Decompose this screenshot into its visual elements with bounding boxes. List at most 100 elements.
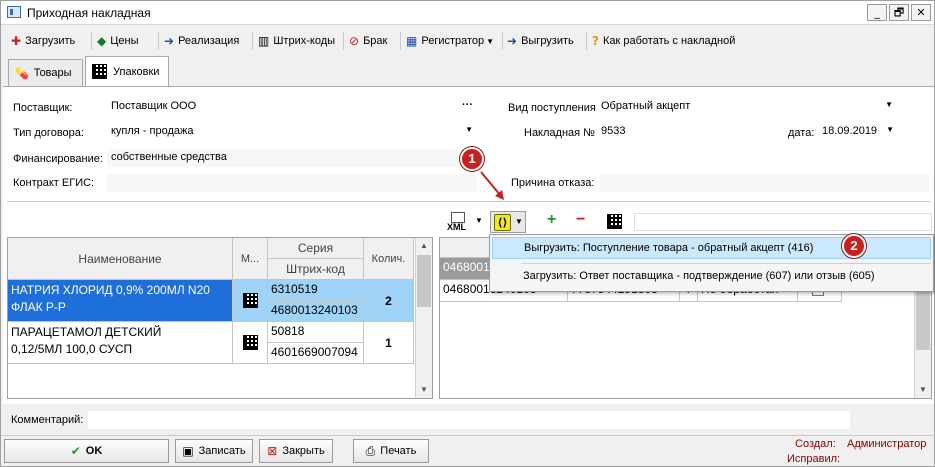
- sale-icon: ➜: [164, 34, 175, 48]
- invoice-number-field[interactable]: 9533: [597, 123, 779, 141]
- edited-by-label: Исправил:: [787, 453, 841, 465]
- contract-type-select[interactable]: купля - продажа ▼: [107, 123, 477, 141]
- cell-name-line2: ФЛАК Р-Р: [11, 300, 66, 314]
- defect-button[interactable]: ⊘ Брак: [349, 29, 387, 53]
- howto-label: Как работать с накладной: [602, 35, 736, 47]
- cell-datamatrix: [233, 322, 268, 364]
- scroll-down-icon[interactable]: ▼: [915, 382, 931, 398]
- receipt-type-select[interactable]: Обратный акцепт ▼: [597, 98, 897, 116]
- datamatrix-icon: [242, 335, 258, 350]
- tab-goods-label: Товары: [33, 67, 72, 79]
- right-toolbar: XML ▼ ⟨⟩ ▼ + −: [439, 211, 934, 233]
- printer-icon: ⎙: [365, 443, 376, 458]
- barcodes-button[interactable]: ▥ Штрих-коды: [258, 29, 335, 53]
- check-icon: ✔: [70, 444, 81, 458]
- col-header-barcode[interactable]: Штрих-код: [268, 259, 364, 280]
- scroll-thumb[interactable]: [417, 255, 431, 307]
- cell-name-line1: ПАРАЦЕТАМОЛ ДЕТСКИЙ: [11, 325, 162, 339]
- receipt-type-value: Обратный акцепт: [601, 100, 691, 112]
- barcode-icon: ▥: [258, 34, 270, 48]
- datamatrix-icon[interactable]: [607, 214, 622, 229]
- table-row[interactable]: НАТРИЯ ХЛОРИД 0,9% 200МЛ N20 ФЛАК Р-Р: [8, 280, 233, 322]
- chevron-down-icon: ▼: [475, 216, 483, 225]
- save-button[interactable]: ▣ Записать: [175, 439, 253, 463]
- egis-contract-field[interactable]: [107, 174, 477, 192]
- print-button[interactable]: ⎙ Печать: [353, 439, 429, 463]
- defect-icon: ⊘: [349, 34, 360, 48]
- remove-icon[interactable]: −: [576, 211, 585, 229]
- app-icon: [7, 6, 21, 18]
- cell-qty: 2: [364, 280, 414, 322]
- defect-label: Брак: [363, 35, 388, 47]
- created-by-value: Администратор: [847, 438, 927, 450]
- chevron-down-icon: ▼: [515, 217, 523, 226]
- receipt-type-label: Вид поступления:: [508, 102, 599, 114]
- upload-icon: ➜: [507, 34, 518, 48]
- barcodes-label: Штрих-коды: [273, 35, 336, 47]
- egis-contract-label: Контракт ЕГИС:: [13, 177, 95, 189]
- financing-field[interactable]: собственные средства: [107, 149, 457, 167]
- divider: [7, 201, 930, 202]
- contract-type-label: Тип договора:: [13, 127, 84, 139]
- supplier-more-button[interactable]: ···: [462, 99, 473, 111]
- col-header-name[interactable]: Наименование: [8, 238, 233, 280]
- cell-datamatrix: [233, 280, 268, 322]
- scroll-down-icon[interactable]: ▼: [416, 382, 432, 398]
- restore-button[interactable]: 🗗: [889, 4, 909, 21]
- upload-button[interactable]: ➜ Выгрузить: [507, 29, 574, 53]
- cell-barcode: 4680013240103: [268, 301, 364, 322]
- comment-field[interactable]: [88, 411, 850, 429]
- close-window-button[interactable]: ✕: [911, 4, 931, 21]
- registrar-icon: ▦: [406, 34, 418, 48]
- tab-packages-label: Упаковки: [113, 65, 160, 78]
- col-header-series[interactable]: Серия: [268, 238, 364, 259]
- cell-barcode: 4601669007094: [268, 343, 364, 364]
- callout-arrow: [480, 171, 504, 200]
- add-icon[interactable]: +: [547, 211, 556, 229]
- chevron-down-icon: ▼: [465, 125, 473, 134]
- reject-reason-field[interactable]: [600, 174, 930, 192]
- tab-goods[interactable]: 💊 Товары: [8, 59, 83, 86]
- howto-button[interactable]: ? Как работать с накладной: [592, 29, 735, 53]
- cell-qty: 1: [364, 322, 414, 364]
- sale-button[interactable]: ➜ Реализация: [164, 29, 239, 53]
- datamatrix-icon: [242, 293, 258, 308]
- pill-icon: 💊: [15, 66, 29, 80]
- scroll-up-icon[interactable]: ▲: [416, 238, 432, 254]
- close-label: Закрыть: [282, 445, 325, 457]
- financing-label: Финансирование:: [13, 153, 103, 165]
- registrar-label: Регистратор: [421, 35, 485, 47]
- ok-button[interactable]: ✔ OK: [4, 439, 169, 463]
- tab-strip: 💊 Товары Упаковки: [1, 55, 935, 87]
- tab-packages[interactable]: Упаковки: [85, 56, 169, 86]
- date-picker[interactable]: 18.09.2019 ▼: [818, 123, 898, 141]
- scan-dropdown-button[interactable]: ⟨⟩ ▼: [490, 211, 526, 233]
- scan-input[interactable]: [634, 213, 932, 231]
- load-button[interactable]: ✚ Загрузить: [11, 29, 75, 53]
- date-label: дата:: [788, 127, 815, 139]
- col-header-qty[interactable]: Колич.: [364, 238, 414, 280]
- load-icon: ✚: [11, 34, 22, 48]
- chevron-down-icon: ▼: [886, 125, 894, 134]
- datamatrix-icon: [92, 64, 107, 79]
- prices-button[interactable]: ◆ Цены: [97, 29, 138, 53]
- menu-item-load-response[interactable]: Загрузить: Ответ поставщика - подтвержде…: [492, 266, 931, 288]
- save-label: Записать: [198, 445, 246, 457]
- supplier-field[interactable]: Поставщик ООО: [107, 98, 455, 116]
- ok-label: OK: [85, 445, 103, 457]
- registrar-dropdown[interactable]: ▦ Регистратор ▼: [406, 29, 494, 53]
- scan-dropdown-menu: Выгрузить: Поступление товара - обратный…: [489, 234, 934, 292]
- reject-reason-label: Причина отказа:: [511, 177, 595, 189]
- supplier-label: Поставщик:: [13, 102, 73, 114]
- chevron-down-icon: ▼: [486, 36, 495, 46]
- close-button[interactable]: ⊠ Закрыть: [259, 439, 333, 463]
- table-row[interactable]: ПАРАЦЕТАМОЛ ДЕТСКИЙ 0,12/5МЛ 100,0 СУСП: [8, 322, 233, 364]
- left-grid-scrollbar[interactable]: ▲ ▼: [415, 238, 432, 398]
- print-label: Печать: [380, 445, 417, 457]
- close-icon: ⊠: [267, 444, 278, 458]
- col-header-m[interactable]: М...: [233, 238, 268, 280]
- help-icon: ?: [592, 34, 599, 48]
- invoice-number-label: Накладная №: [524, 127, 595, 139]
- xml-button[interactable]: XML: [447, 212, 473, 232]
- minimize-button[interactable]: _: [867, 4, 887, 21]
